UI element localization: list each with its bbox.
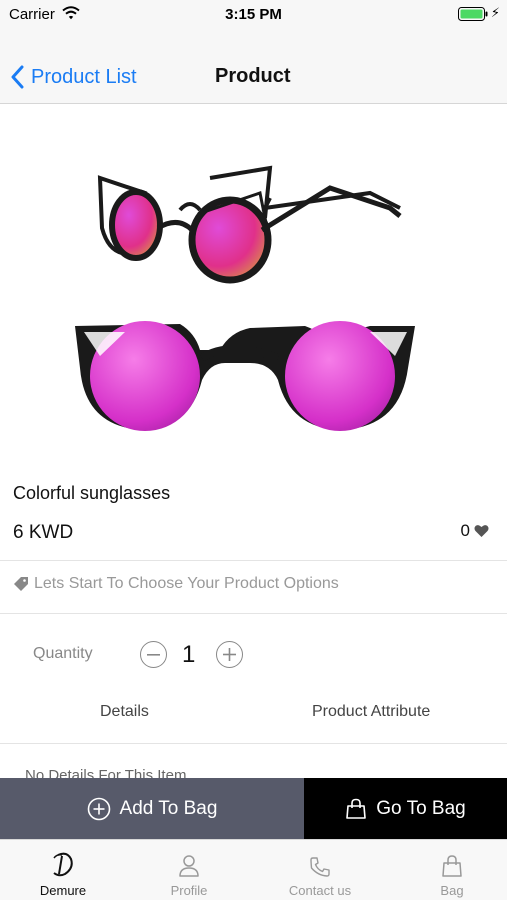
like-button[interactable]: 0	[461, 521, 489, 541]
tag-icon	[14, 577, 28, 591]
back-button[interactable]: Product List	[10, 62, 137, 92]
tab-bag-label: Bag	[440, 883, 464, 898]
back-button-label: Product List	[31, 65, 137, 88]
divider	[0, 743, 507, 744]
demure-logo-icon	[53, 852, 73, 877]
add-circle-icon	[87, 797, 110, 820]
tab-bag[interactable]: Bag	[389, 840, 507, 900]
tab-contact-us[interactable]: Contact us	[257, 840, 383, 900]
tab-profile-label: Profile	[170, 883, 208, 898]
nav-bar: Product List Product	[0, 28, 507, 104]
tab-details[interactable]: Details	[100, 703, 149, 721]
heart-icon	[474, 525, 489, 537]
increase-quantity-button[interactable]	[216, 641, 243, 668]
status-bar: Carrier 3:15 PM ⚡	[0, 0, 507, 28]
tab-demure-label: Demure	[39, 883, 87, 898]
shopping-bag-icon	[346, 798, 367, 819]
divider	[0, 613, 507, 614]
tab-product-attribute[interactable]: Product Attribute	[312, 703, 430, 721]
quantity-value: 1	[182, 641, 196, 668]
product-options-label: Lets Start To Choose Your Product Option…	[34, 575, 339, 592]
add-to-bag-button[interactable]: Add To Bag	[0, 778, 304, 839]
quantity-label: Quantity	[33, 645, 93, 662]
divider	[0, 560, 507, 561]
product-image	[70, 118, 430, 468]
action-bar: Add To Bag Go To Bag	[0, 778, 507, 839]
decrease-quantity-button[interactable]	[140, 641, 167, 668]
bag-icon	[442, 855, 462, 877]
minus-icon	[147, 653, 160, 656]
tab-contact-us-label: Contact us	[288, 883, 352, 898]
add-to-bag-label: Add To Bag	[119, 797, 218, 819]
product-name: Colorful sunglasses	[13, 483, 171, 503]
chevron-left-icon	[11, 65, 24, 89]
plus-icon	[223, 648, 236, 661]
battery-icon	[458, 7, 488, 26]
phone-icon	[310, 857, 330, 877]
charging-icon: ⚡	[490, 5, 500, 20]
product-options-prompt[interactable]: Lets Start To Choose Your Product Option…	[13, 575, 339, 593]
go-to-bag-button[interactable]: Go To Bag	[304, 778, 507, 839]
tab-demure[interactable]: Demure	[0, 840, 126, 900]
likes-count: 0	[460, 521, 470, 540]
tab-profile[interactable]: Profile	[126, 840, 252, 900]
tab-bar: Demure Profile Contact us Bag	[0, 839, 507, 900]
go-to-bag-label: Go To Bag	[376, 797, 466, 819]
page-title: Product	[215, 65, 291, 87]
person-icon	[179, 855, 199, 877]
product-price: 6 KWD	[13, 522, 74, 543]
status-time: 3:15 PM	[225, 6, 282, 23]
sunglasses-image	[75, 165, 415, 431]
